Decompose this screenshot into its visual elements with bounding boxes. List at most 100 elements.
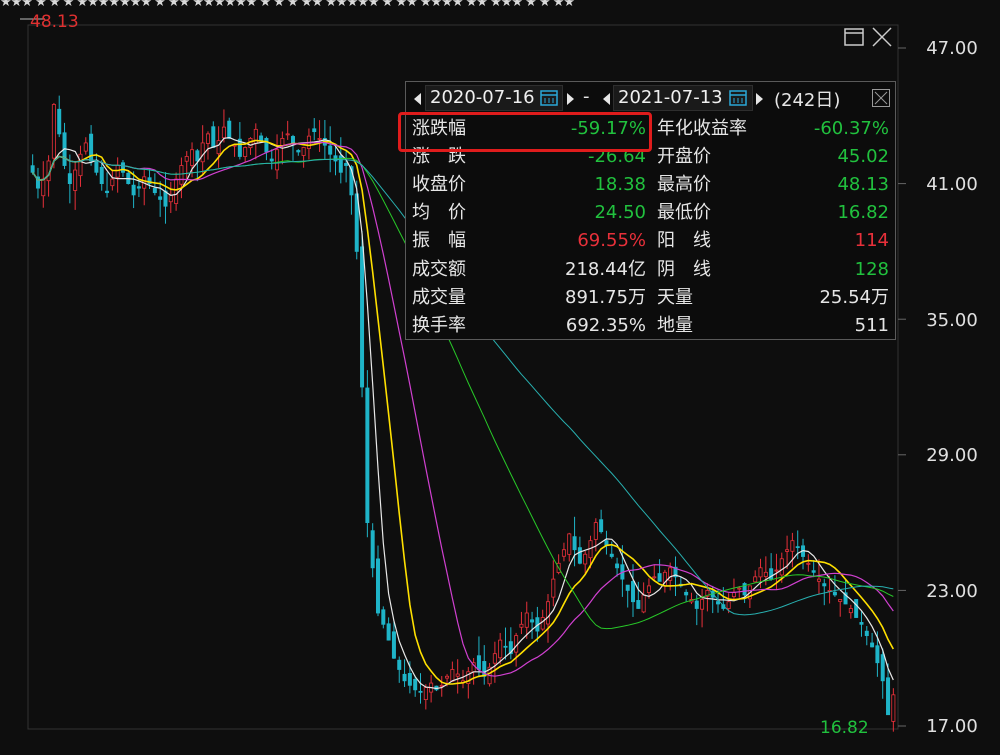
- candle-body: [726, 601, 731, 609]
- start-date-text: 2020-07-16: [430, 87, 535, 108]
- max-price-marker: 48.13: [30, 12, 79, 32]
- candle-body: [567, 533, 572, 555]
- candle-body: [73, 169, 78, 191]
- prev-end-date-arrow[interactable]: [603, 93, 610, 105]
- prev-start-date-arrow[interactable]: [414, 93, 421, 105]
- candle-body: [221, 126, 226, 139]
- candle-body: [551, 578, 556, 598]
- stat-row: 振 幅 69.55% 阳 线 114: [406, 227, 895, 255]
- stat-label: 阴 线: [657, 258, 711, 280]
- stat-row: 换手率 692.35% 地量 511: [406, 312, 895, 340]
- y-tick-label: 23.00: [926, 581, 978, 602]
- candle-body: [83, 142, 88, 152]
- candle-body: [561, 549, 566, 557]
- candle-body: [503, 645, 508, 648]
- candle-body: [530, 619, 535, 623]
- candle-body: [67, 173, 72, 184]
- candle-body: [439, 684, 444, 687]
- candle-body: [790, 540, 795, 552]
- candle-body: [423, 687, 428, 701]
- candle-body: [41, 178, 46, 197]
- candle-body: [753, 576, 758, 583]
- candle-body: [205, 133, 210, 144]
- highlight-box: [398, 112, 652, 152]
- stat-value: 24.50: [594, 202, 646, 224]
- candle-body: [195, 150, 200, 162]
- calendar-icon[interactable]: [729, 89, 747, 106]
- candle-body: [57, 108, 62, 135]
- candle-body: [365, 387, 370, 523]
- candle-body: [599, 519, 604, 533]
- candle-body: [806, 562, 811, 565]
- candle-body: [312, 128, 317, 133]
- candle-body: [700, 599, 705, 610]
- candle-body: [163, 190, 168, 207]
- candle-body: [891, 694, 896, 722]
- trading-days-count: (242日): [774, 90, 841, 111]
- candle-body: [174, 178, 179, 204]
- candle-body: [864, 630, 869, 636]
- candle-body: [264, 138, 269, 153]
- candle-body: [216, 140, 221, 155]
- next-start-date-arrow[interactable]: [567, 93, 574, 105]
- candle-body: [184, 156, 189, 162]
- stat-label: 均 价: [412, 202, 466, 224]
- restore-window-icon[interactable]: [843, 25, 867, 49]
- candle-body: [546, 601, 551, 625]
- candle-body: [115, 165, 120, 178]
- candle-body: [179, 165, 184, 185]
- candle-body: [641, 594, 646, 613]
- stat-label: 地量: [657, 314, 693, 336]
- candle-body: [301, 147, 306, 156]
- candle-body: [51, 104, 56, 159]
- end-date-text: 2021-07-13: [618, 87, 723, 108]
- stat-row: 均 价 24.50 最低价 16.82: [406, 199, 895, 227]
- stat-value: 891.75万: [565, 286, 646, 308]
- candle-body: [275, 149, 280, 171]
- next-end-date-arrow[interactable]: [756, 93, 763, 105]
- candle-body: [758, 567, 763, 578]
- candle-body: [476, 655, 481, 670]
- candle-body: [445, 675, 450, 679]
- candle-body: [418, 690, 423, 693]
- candle-body: [200, 142, 205, 163]
- close-icon[interactable]: [870, 25, 894, 49]
- candle-body: [455, 673, 460, 677]
- close-icon: [874, 91, 888, 105]
- candle-body: [880, 654, 885, 682]
- candle-body: [625, 584, 630, 591]
- candle-body: [370, 530, 375, 569]
- candle-body: [492, 653, 497, 664]
- candle-body: [854, 599, 859, 618]
- candle-body: [774, 569, 779, 572]
- stat-label: 阳 线: [657, 230, 711, 252]
- stat-label: 收盘价: [412, 174, 466, 196]
- candle-body: [290, 136, 295, 144]
- candle-body: [519, 623, 524, 628]
- panel-header: 2020-07-16 - 2021-07-13 (242日): [406, 82, 895, 114]
- panel-close-button[interactable]: [872, 89, 890, 107]
- grid-lines: [898, 47, 906, 727]
- stat-label: 换手率: [412, 314, 466, 336]
- candle-body: [811, 570, 816, 573]
- candle-body: [152, 187, 157, 194]
- stat-value: 114: [854, 230, 889, 252]
- candle-body: [779, 558, 784, 576]
- candle-body: [94, 159, 99, 173]
- calendar-icon[interactable]: [540, 89, 558, 106]
- candle-body: [211, 126, 216, 148]
- candle-body: [875, 645, 880, 664]
- stat-value: 48.13: [837, 174, 889, 196]
- candle-body: [391, 631, 396, 659]
- min-price-marker: 16.82: [820, 718, 869, 738]
- stat-label: 振 幅: [412, 230, 466, 252]
- stat-value: 18.38: [594, 174, 646, 196]
- candle-body: [375, 558, 380, 614]
- date-range-separator: -: [583, 86, 590, 107]
- stat-value: -60.37%: [813, 118, 889, 139]
- candle-body: [870, 642, 875, 648]
- candle-body: [296, 150, 301, 153]
- candle-body: [259, 135, 264, 142]
- y-tick-label: 47.00: [926, 38, 978, 59]
- stat-label: 最低价: [657, 202, 711, 224]
